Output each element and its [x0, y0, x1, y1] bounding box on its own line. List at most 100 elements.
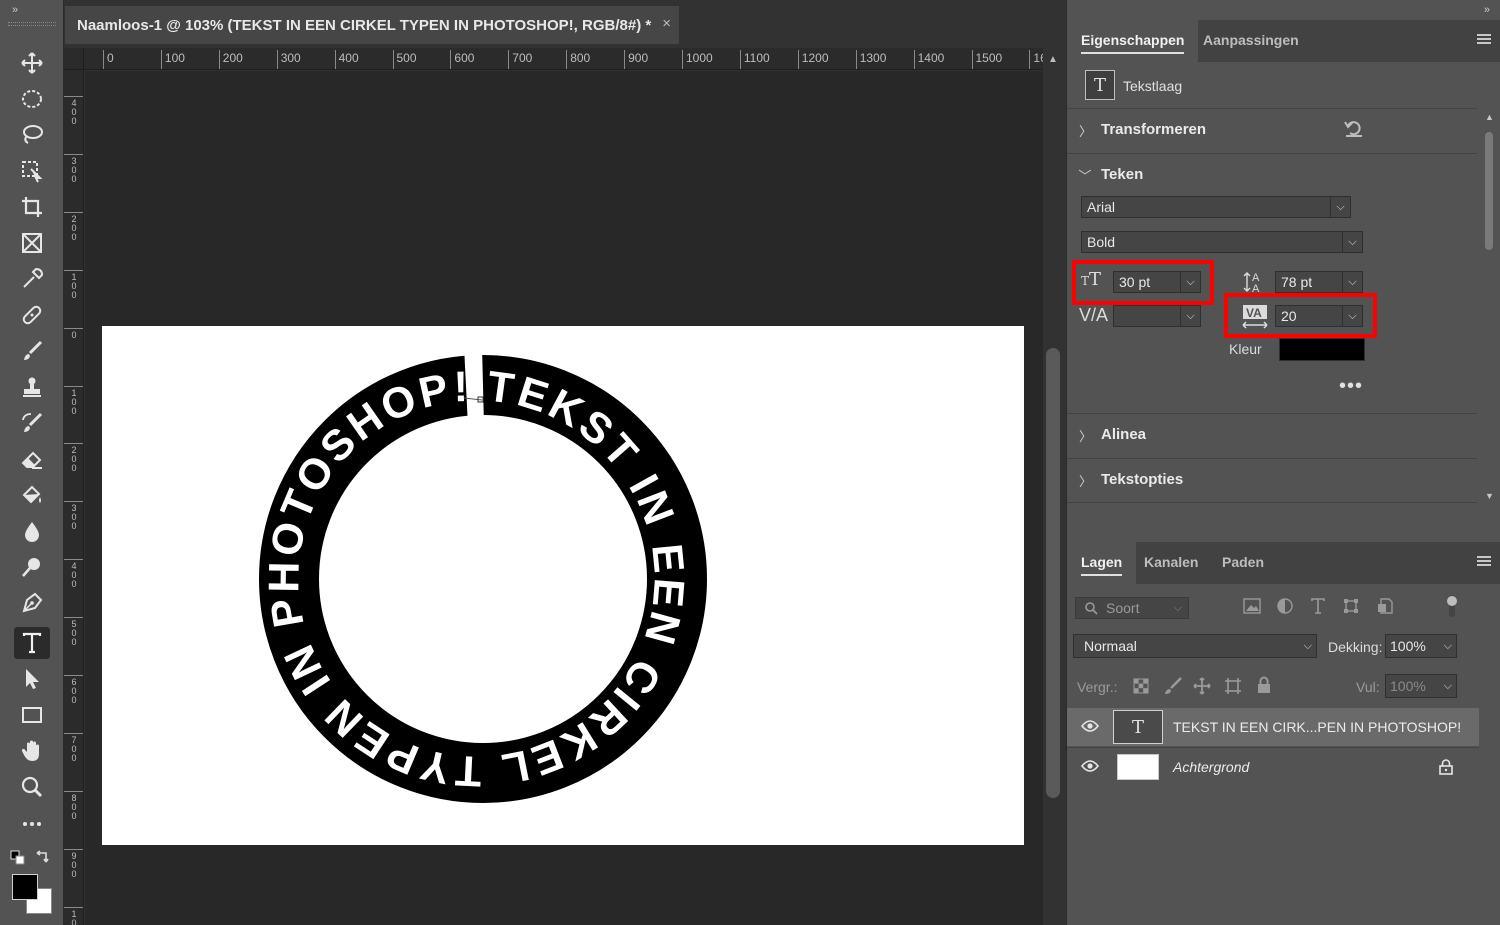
filter-toggle-icon[interactable]	[1445, 594, 1459, 618]
layer-name[interactable]: Achtergrond	[1173, 759, 1249, 775]
ruler-tick-label: 800	[566, 50, 590, 69]
hand-tool[interactable]	[14, 735, 50, 767]
chevron-down-icon[interactable]: 〉	[1076, 169, 1095, 182]
path-selection-tool[interactable]	[14, 663, 50, 695]
ruler-tick-label: 3 0 0	[64, 153, 83, 184]
text-color-swatch[interactable]	[1279, 338, 1365, 361]
move-tool[interactable]	[14, 47, 50, 79]
tab-properties[interactable]: Eigenschappen	[1067, 20, 1199, 62]
opacity-value: 100%	[1390, 638, 1426, 654]
foreground-color-swatch[interactable]	[12, 874, 38, 900]
layer-row-text[interactable]: T TEKST IN EEN CIRK...PEN IN PHOTOSHOP!	[1067, 708, 1479, 746]
tab-adjustments[interactable]: Aanpassingen	[1189, 20, 1313, 62]
ruler-tick-label: 0	[103, 50, 114, 69]
dodge-tool[interactable]	[14, 551, 50, 583]
ruler-tick-label: 700	[508, 50, 532, 69]
filter-shape-icon[interactable]	[1343, 598, 1359, 614]
lock-transparency-icon[interactable]	[1133, 678, 1149, 694]
rectangle-icon	[22, 707, 42, 723]
rectangle-tool[interactable]	[14, 699, 50, 731]
toolbar-collapse-icon[interactable]: »	[12, 4, 18, 16]
eyedropper-tool[interactable]	[14, 263, 50, 295]
layer-filter-select[interactable]: Soort ⌵	[1075, 597, 1189, 619]
document-tabbar: Naamloos-1 @ 103% (TEKST IN EEN CIRKEL T…	[65, 0, 1065, 48]
properties-menu-icon[interactable]	[1477, 34, 1491, 44]
lock-pixels-icon[interactable]	[1164, 677, 1182, 695]
scroll-up-icon[interactable]: ▲	[1048, 54, 1058, 65]
document-canvas[interactable]: TEKST IN EEN CIRKEL TYPEN IN PHOTOSHOP!	[102, 326, 1024, 845]
blend-mode-select[interactable]: Normaal ⌵	[1073, 634, 1317, 658]
layers-menu-icon[interactable]	[1477, 556, 1491, 566]
ruler-origin[interactable]	[64, 48, 84, 70]
object-selection-tool[interactable]	[14, 155, 50, 187]
marquee-tool[interactable]	[14, 83, 50, 115]
document-tab[interactable]: Naamloos-1 @ 103% (TEKST IN EEN CIRKEL T…	[65, 6, 679, 44]
scroll-thumb[interactable]	[1485, 132, 1493, 250]
layer-kind-label: Tekstlaag	[1123, 78, 1183, 94]
eraser-tool[interactable]	[14, 443, 50, 475]
font-style-select[interactable]: Bold ⌵	[1081, 231, 1363, 253]
close-tab-icon[interactable]: ×	[662, 15, 671, 32]
tab-layers[interactable]: Lagen	[1067, 542, 1137, 584]
type-tool[interactable]	[14, 627, 50, 659]
clone-stamp-tool[interactable]	[14, 371, 50, 403]
leading-input[interactable]: 78 pt ⌵	[1275, 271, 1363, 293]
brush-tool[interactable]	[14, 335, 50, 367]
section-text-options[interactable]: 〉 Tekstopties	[1067, 458, 1477, 503]
layer-row-background[interactable]: Achtergrond	[1067, 747, 1479, 785]
default-colors-icon[interactable]	[10, 850, 26, 866]
brush-icon	[24, 340, 43, 360]
scroll-down-icon[interactable]: ▼	[1485, 491, 1494, 501]
chevron-down-icon: ⌵	[1303, 640, 1312, 652]
more-options-icon[interactable]: •••	[1339, 375, 1363, 398]
filter-adjustment-icon[interactable]	[1277, 598, 1293, 614]
ruler-tick-label: 1000	[682, 50, 713, 69]
lock-all-icon[interactable]	[1256, 676, 1272, 694]
visibility-eye-icon[interactable]	[1081, 720, 1099, 732]
filter-pixel-icon[interactable]	[1243, 598, 1261, 614]
scroll-thumb[interactable]	[1046, 348, 1060, 798]
paint-bucket-tool[interactable]	[14, 479, 50, 511]
fill-input[interactable]: 100% ⌵	[1385, 674, 1457, 698]
chevron-down-icon: ⌵	[1443, 640, 1452, 652]
paint-bucket-icon	[22, 485, 41, 504]
scroll-up-icon[interactable]: ▲	[1485, 112, 1494, 122]
reset-transform-icon[interactable]	[1343, 118, 1365, 138]
properties-scrollbar[interactable]: ▲ ▼	[1479, 108, 1500, 503]
history-brush-tool[interactable]	[14, 407, 50, 439]
vertical-ruler[interactable]: 4 0 0 3 0 0 2 0 0 1 0 0 0 1 0 0 2 0 0 3 0 0 4 0 …	[64, 70, 84, 925]
ruler-tick-label: 400	[334, 50, 359, 69]
filter-type-icon[interactable]	[1310, 598, 1326, 614]
opacity-input[interactable]: 100% ⌵	[1385, 634, 1457, 658]
panel-collapse-icon[interactable]: »	[1484, 4, 1490, 16]
swap-colors-icon[interactable]	[34, 850, 50, 866]
font-family-select[interactable]: Arial ⌵	[1081, 196, 1351, 218]
chevron-down-icon: ⌵	[1342, 232, 1362, 252]
canvas-vertical-scrollbar[interactable]: ▲	[1043, 48, 1065, 925]
layer-name[interactable]: TEKST IN EEN CIRK...PEN IN PHOTOSHOP!	[1173, 719, 1461, 735]
horizontal-ruler[interactable]: 0 100 200 300 400 500 600 700 800 900 1000 1100 1200…	[84, 48, 1044, 70]
blur-tool[interactable]	[14, 515, 50, 547]
frame-tool[interactable]	[14, 227, 50, 259]
healing-brush-tool[interactable]	[14, 299, 50, 331]
lasso-tool[interactable]	[14, 119, 50, 151]
visibility-eye-icon[interactable]	[1081, 760, 1099, 772]
chevron-down-icon: ⌵	[1180, 306, 1200, 326]
filter-smart-object-icon[interactable]	[1377, 598, 1393, 614]
lock-artboard-icon[interactable]	[1224, 677, 1242, 695]
ruler-tick-label: 4 0 0	[64, 96, 83, 126]
tab-channels[interactable]: Kanalen	[1130, 542, 1212, 584]
more-tools[interactable]	[14, 808, 50, 840]
kerning-input[interactable]: ⌵	[1113, 305, 1201, 327]
section-paragraph[interactable]: 〉 Alinea	[1067, 413, 1477, 458]
lock-icon[interactable]	[1439, 759, 1453, 775]
ruler-tick-label: 16(	[1029, 50, 1044, 69]
pen-tool[interactable]	[14, 587, 50, 619]
toolbar-grip[interactable]	[8, 22, 56, 26]
crop-tool[interactable]	[14, 191, 50, 223]
zoom-tool[interactable]	[14, 771, 50, 803]
tab-paths[interactable]: Paden	[1208, 542, 1278, 584]
section-transform[interactable]: 〉 Transformeren	[1067, 108, 1477, 153]
lock-position-icon[interactable]	[1193, 677, 1211, 695]
section-title[interactable]: Teken	[1101, 166, 1143, 183]
